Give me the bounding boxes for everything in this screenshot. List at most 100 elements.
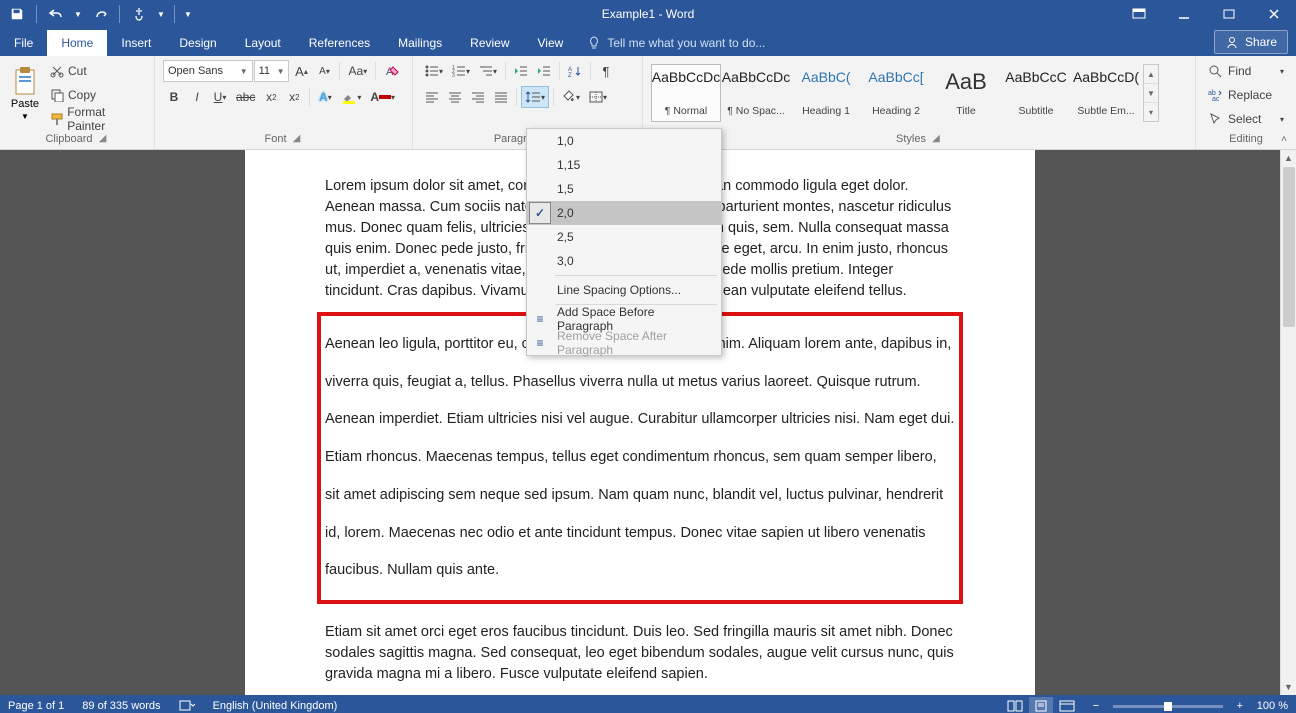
scroll-up-button[interactable]: ▲ bbox=[1281, 150, 1296, 166]
zoom-level[interactable]: 100 % bbox=[1257, 700, 1288, 712]
format-painter-button[interactable]: Format Painter bbox=[46, 108, 146, 130]
strikethrough-button[interactable]: abc bbox=[232, 86, 259, 108]
align-left-button[interactable] bbox=[421, 86, 443, 108]
scroll-down-button[interactable]: ▼ bbox=[1281, 679, 1296, 695]
touch-mode-button[interactable] bbox=[128, 3, 150, 25]
underline-button[interactable]: U▾ bbox=[209, 86, 231, 108]
justify-button[interactable] bbox=[490, 86, 512, 108]
tab-design[interactable]: Design bbox=[165, 30, 230, 56]
replace-button[interactable]: abacReplace bbox=[1204, 84, 1288, 106]
multilevel-list-button[interactable]: ▾ bbox=[475, 60, 501, 82]
find-button[interactable]: Find▾ bbox=[1204, 60, 1288, 82]
styles-scroll[interactable]: ▲▼▾ bbox=[1143, 64, 1159, 122]
line-spacing-1-0[interactable]: 1,0 bbox=[527, 129, 721, 153]
zoom-out-button[interactable]: − bbox=[1089, 700, 1103, 712]
read-mode-button[interactable] bbox=[1003, 697, 1027, 713]
styles-dialog-launcher[interactable]: ◢ bbox=[930, 133, 942, 145]
add-space-before[interactable]: ≡Add Space Before Paragraph bbox=[527, 307, 721, 331]
close-button[interactable] bbox=[1251, 0, 1296, 28]
line-spacing-button[interactable]: ▾ bbox=[521, 86, 549, 108]
tab-review[interactable]: Review bbox=[456, 30, 523, 56]
italic-button[interactable]: I bbox=[186, 86, 208, 108]
line-spacing-2-5[interactable]: 2,5 bbox=[527, 225, 721, 249]
sort-button[interactable]: AZ bbox=[564, 60, 586, 82]
tab-references[interactable]: References bbox=[295, 30, 384, 56]
increase-indent-button[interactable] bbox=[533, 60, 555, 82]
line-spacing-1-15[interactable]: 1,15 bbox=[527, 153, 721, 177]
paste-button[interactable]: Paste ▼ bbox=[8, 60, 42, 126]
highlight-button[interactable]: ▾ bbox=[337, 86, 365, 108]
superscript-button[interactable]: x2 bbox=[283, 86, 305, 108]
redo-button[interactable] bbox=[89, 3, 111, 25]
undo-dropdown[interactable]: ▼ bbox=[73, 3, 83, 25]
numbering-button[interactable]: 123▾ bbox=[448, 60, 474, 82]
style-subtle-em-[interactable]: AaBbCcD(Subtle Em... bbox=[1071, 64, 1141, 122]
change-case-button[interactable]: Aa▾ bbox=[344, 60, 371, 82]
ribbon-display-options[interactable] bbox=[1116, 0, 1161, 28]
tab-file[interactable]: File bbox=[0, 30, 47, 56]
word-count[interactable]: 89 of 335 words bbox=[82, 700, 160, 712]
line-spacing-options[interactable]: Line Spacing Options... bbox=[527, 278, 721, 302]
line-spacing-2-0[interactable]: ✓2,0 bbox=[527, 201, 721, 225]
save-icon[interactable] bbox=[6, 3, 28, 25]
line-spacing-icon bbox=[525, 90, 541, 104]
style-subtitle[interactable]: AaBbCcCSubtitle bbox=[1001, 64, 1071, 122]
paragraph-2[interactable]: Aenean leo ligula, porttitor eu, consequ… bbox=[325, 326, 955, 590]
undo-button[interactable] bbox=[45, 3, 67, 25]
text-effects-button[interactable]: A▾ bbox=[314, 86, 336, 108]
bullets-button[interactable]: ▾ bbox=[421, 60, 447, 82]
touch-mode-dropdown[interactable]: ▼ bbox=[156, 3, 166, 25]
maximize-button[interactable] bbox=[1206, 0, 1251, 28]
select-button[interactable]: Select▾ bbox=[1204, 108, 1288, 130]
font-dialog-launcher[interactable]: ◢ bbox=[291, 133, 303, 145]
font-color-button[interactable]: A▾ bbox=[366, 86, 399, 108]
shading-button[interactable]: ▾ bbox=[558, 86, 584, 108]
styles-gallery[interactable]: AaBbCcDc¶ NormalAaBbCcDc¶ No Spac...AaBb… bbox=[651, 60, 1187, 131]
share-button[interactable]: Share bbox=[1214, 30, 1288, 54]
borders-button[interactable]: ▾ bbox=[585, 86, 611, 108]
align-center-button[interactable] bbox=[444, 86, 466, 108]
decrease-indent-button[interactable] bbox=[510, 60, 532, 82]
print-layout-button[interactable] bbox=[1029, 697, 1053, 713]
scroll-thumb[interactable] bbox=[1283, 167, 1295, 327]
show-marks-button[interactable]: ¶ bbox=[595, 60, 617, 82]
cut-button[interactable]: Cut bbox=[46, 60, 146, 82]
font-face-combo[interactable]: Open Sans▼ bbox=[163, 60, 253, 82]
align-right-button[interactable] bbox=[467, 86, 489, 108]
tell-me[interactable]: Tell me what you want to do... bbox=[577, 30, 775, 56]
page-status[interactable]: Page 1 of 1 bbox=[8, 700, 64, 712]
qat-customize[interactable]: ▼ bbox=[183, 3, 193, 25]
clipboard-dialog-launcher[interactable]: ◢ bbox=[97, 133, 109, 145]
style--no-spac-[interactable]: AaBbCcDc¶ No Spac... bbox=[721, 64, 791, 122]
style--normal[interactable]: AaBbCcDc¶ Normal bbox=[651, 64, 721, 122]
style-heading-2[interactable]: AaBbCc[Heading 2 bbox=[861, 64, 931, 122]
language-status[interactable]: English (United Kingdom) bbox=[213, 700, 338, 712]
tab-home[interactable]: Home bbox=[47, 30, 107, 56]
style-name: Subtitle bbox=[1018, 105, 1053, 117]
minimize-button[interactable] bbox=[1161, 0, 1206, 28]
font-size-combo[interactable]: 11▼ bbox=[254, 60, 290, 82]
select-icon bbox=[1208, 112, 1222, 126]
vertical-scrollbar[interactable]: ▲ ▼ bbox=[1280, 150, 1296, 695]
tab-view[interactable]: View bbox=[524, 30, 578, 56]
web-layout-button[interactable] bbox=[1055, 697, 1079, 713]
tab-mailings[interactable]: Mailings bbox=[384, 30, 456, 56]
style-heading-1[interactable]: AaBbC(Heading 1 bbox=[791, 64, 861, 122]
subscript-button[interactable]: x2 bbox=[260, 86, 282, 108]
grow-font-button[interactable]: A▴ bbox=[290, 60, 312, 82]
clear-formatting-button[interactable]: A bbox=[380, 60, 404, 82]
line-spacing-1-5[interactable]: 1,5 bbox=[527, 177, 721, 201]
collapse-ribbon-button[interactable]: ˄ bbox=[1276, 131, 1292, 147]
line-spacing-3-0[interactable]: 3,0 bbox=[527, 249, 721, 273]
copy-button[interactable]: Copy bbox=[46, 84, 146, 106]
zoom-slider[interactable] bbox=[1113, 705, 1223, 708]
bold-button[interactable]: B bbox=[163, 86, 185, 108]
style-title[interactable]: AaBTitle bbox=[931, 64, 1001, 122]
tab-layout[interactable]: Layout bbox=[231, 30, 295, 56]
line-spacing-value: 2,0 bbox=[557, 206, 574, 220]
zoom-in-button[interactable]: + bbox=[1233, 700, 1247, 712]
shrink-font-button[interactable]: A▾ bbox=[313, 60, 335, 82]
paragraph-3[interactable]: Etiam sit amet orci eget eros faucibus t… bbox=[325, 622, 955, 685]
spell-check-icon[interactable] bbox=[179, 698, 195, 713]
tab-insert[interactable]: Insert bbox=[107, 30, 165, 56]
